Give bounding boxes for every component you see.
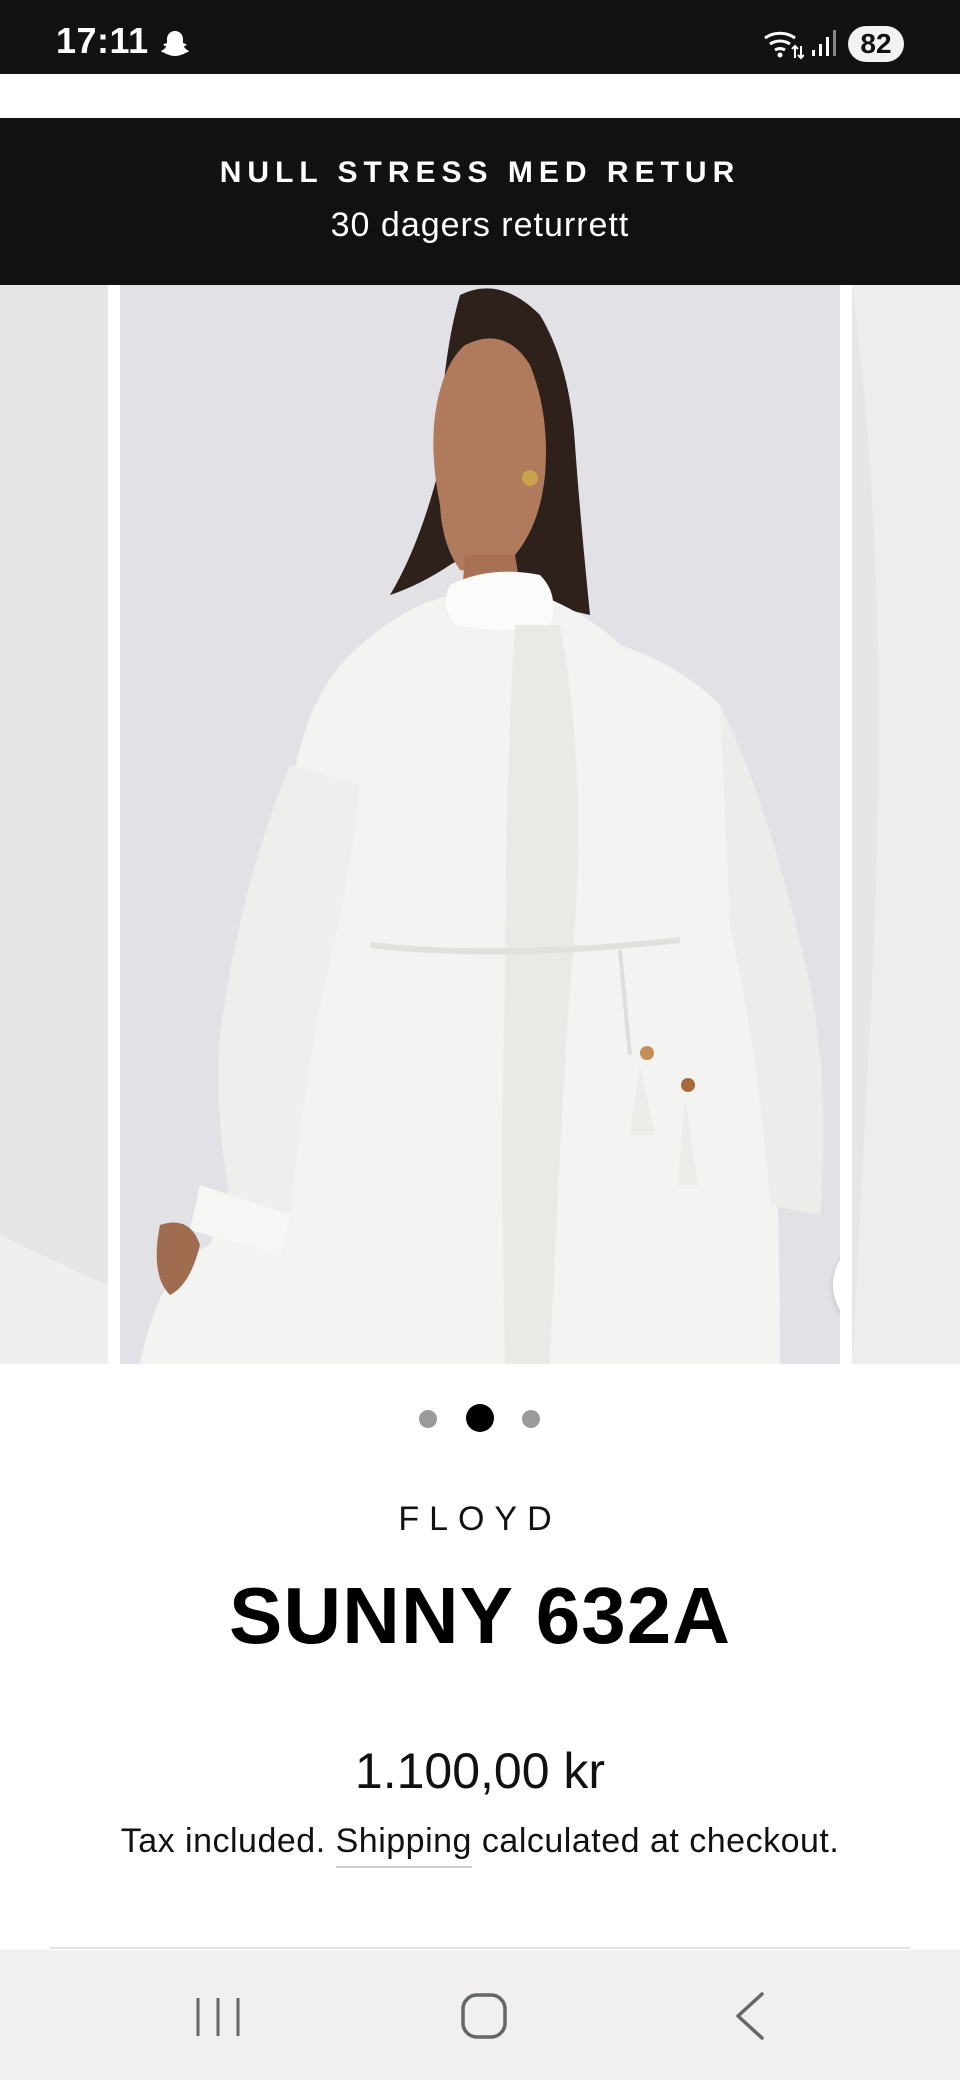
header-strip <box>0 74 960 118</box>
battery-level: 82 <box>848 26 904 62</box>
shipping-link[interactable]: Shipping <box>335 1822 472 1868</box>
announcement-subtitle: 30 dagers returrett <box>330 206 630 244</box>
announcement-title: NULL STRESS MED RETUR <box>219 156 741 189</box>
product-gallery[interactable] <box>0 285 960 1364</box>
product-image[interactable] <box>120 285 840 1364</box>
previous-slide-image[interactable] <box>0 285 108 1364</box>
wifi-icon <box>764 31 804 60</box>
system-navigation-bar <box>0 1950 960 2080</box>
status-time: 17:11 <box>56 20 149 61</box>
carousel-pagination <box>0 1400 960 1440</box>
status-bar: 17:11 82 <box>0 0 960 74</box>
tax-included-text: Tax included. <box>120 1822 326 1860</box>
product-vendor: FLOYD <box>398 1500 562 1538</box>
announcement-bar[interactable]: NULL STRESS MED RETUR 30 dagers returret… <box>0 118 960 285</box>
recents-icon[interactable] <box>190 1994 246 2040</box>
tax-shipping-note: Tax included. Shipping calculated at che… <box>0 1822 960 1868</box>
home-icon[interactable] <box>458 1990 510 2042</box>
signal-icon <box>812 30 836 56</box>
snapchat-icon <box>161 31 189 56</box>
carousel-dot-3[interactable] <box>522 1410 540 1428</box>
divider <box>50 1947 910 1949</box>
carousel-dot-2-active[interactable] <box>466 1404 494 1432</box>
carousel-dot-1[interactable] <box>419 1410 437 1428</box>
next-slide-image[interactable] <box>852 285 960 1364</box>
shipping-calculated-text: calculated at checkout. <box>481 1822 840 1860</box>
back-icon[interactable] <box>730 1990 774 2042</box>
product-price: 1.100,00 kr <box>354 1743 606 1799</box>
product-title: SUNNY 632A <box>228 1571 732 1660</box>
